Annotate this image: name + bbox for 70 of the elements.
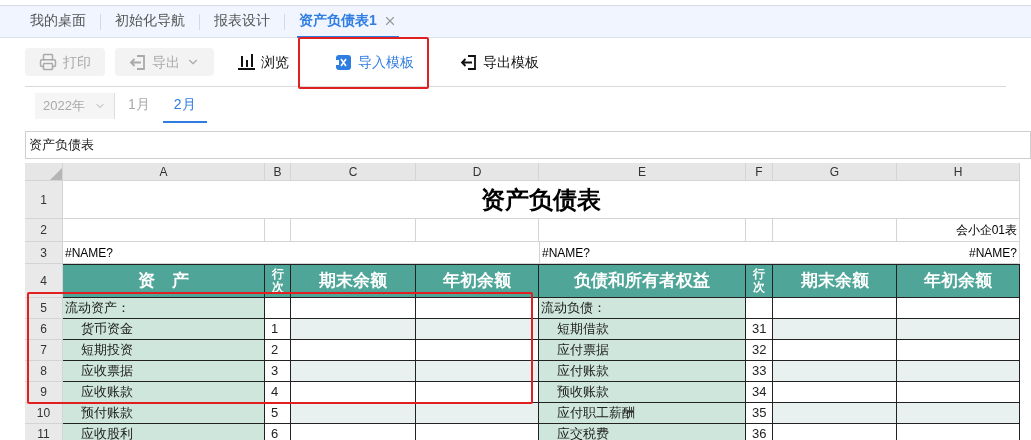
bar-chart-icon [238, 54, 255, 70]
toolbar-button[interactable]: 导出模板 [446, 48, 553, 76]
month-tab[interactable]: 1月 [117, 88, 161, 123]
column-header: F [746, 163, 773, 181]
table-cell: 应付职工薪酬 [539, 403, 746, 424]
table-cell: 34 [746, 382, 773, 403]
table-cell: 1 [265, 319, 291, 340]
tab[interactable]: 初始化导航 [113, 5, 187, 38]
table-cell: 流动负债： [539, 298, 746, 319]
exit-icon [129, 53, 146, 71]
tab[interactable]: 资产负债表1 [297, 5, 399, 38]
table-cell: 预收账款 [539, 382, 746, 403]
toolbar-button[interactable]: 导入模板 [321, 48, 428, 76]
table-cell: 应收账款 [63, 382, 265, 403]
table-cell: 5 [265, 403, 291, 424]
row-header: 10 [25, 403, 63, 424]
row-header: 1 [25, 181, 63, 219]
table-cell: 应交税费 [539, 424, 746, 440]
table-cell [265, 298, 291, 319]
column-title: 资 产 [63, 264, 265, 298]
column-header: E [539, 163, 746, 181]
table-cell: 33 [746, 361, 773, 382]
table-cell [265, 219, 291, 242]
row-header: 3 [25, 242, 63, 264]
tab[interactable]: 报表设计 [212, 5, 272, 38]
table-cell: 短期投资 [63, 340, 265, 361]
month-tab[interactable]: 2月 [162, 88, 207, 123]
column-title: 期末余额 [773, 264, 897, 298]
column-title: 年初余额 [416, 264, 539, 298]
table-cell: 32 [746, 340, 773, 361]
table-cell [746, 298, 773, 319]
table-cell: 预付账款 [63, 403, 265, 424]
import-icon [335, 53, 352, 71]
row-header: 7 [25, 340, 63, 361]
table-cell [746, 219, 773, 242]
table-cell: 应付账款 [539, 361, 746, 382]
row-header: 6 [25, 319, 63, 340]
row-header: 2 [25, 219, 63, 242]
column-header: C [291, 163, 416, 181]
row-header: 4 [25, 264, 63, 298]
column-header: A [63, 163, 265, 181]
table-cell: 应收票据 [63, 361, 265, 382]
column-header: D [416, 163, 539, 181]
table-cell: 短期借款 [539, 319, 746, 340]
column-title: 行次 [746, 264, 773, 298]
row-header: 5 [25, 298, 63, 319]
column-header: B [265, 163, 291, 181]
column-title: 行次 [265, 264, 291, 298]
table-cell: 35 [746, 403, 773, 424]
row-header: 11 [25, 424, 63, 440]
table-cell: 货币资金 [63, 319, 265, 340]
table-cell: 3 [265, 361, 291, 382]
column-header: G [773, 163, 897, 181]
printer-icon [39, 53, 57, 71]
column-title: 年初余额 [897, 264, 1020, 298]
table-cell: 31 [746, 319, 773, 340]
cell-content-field[interactable]: 资产负债表 [25, 131, 1031, 159]
toolbar-button[interactable]: 浏览 [224, 48, 303, 76]
column-title: 负债和所有者权益 [539, 264, 746, 298]
sheet-title: 资产负债表 [63, 181, 1020, 219]
exit-icon [460, 53, 477, 71]
table-cell: 2 [265, 340, 291, 361]
row-header: 8 [25, 361, 63, 382]
column-title: 期末余额 [291, 264, 416, 298]
table-cell: 应收股利 [63, 424, 265, 440]
table-cell: 应付票据 [539, 340, 746, 361]
tab[interactable]: 我的桌面 [28, 5, 88, 38]
table-cell: 流动资产： [63, 298, 265, 319]
table-cell: 会小企01表 [897, 219, 1020, 242]
column-header: H [897, 163, 1020, 181]
